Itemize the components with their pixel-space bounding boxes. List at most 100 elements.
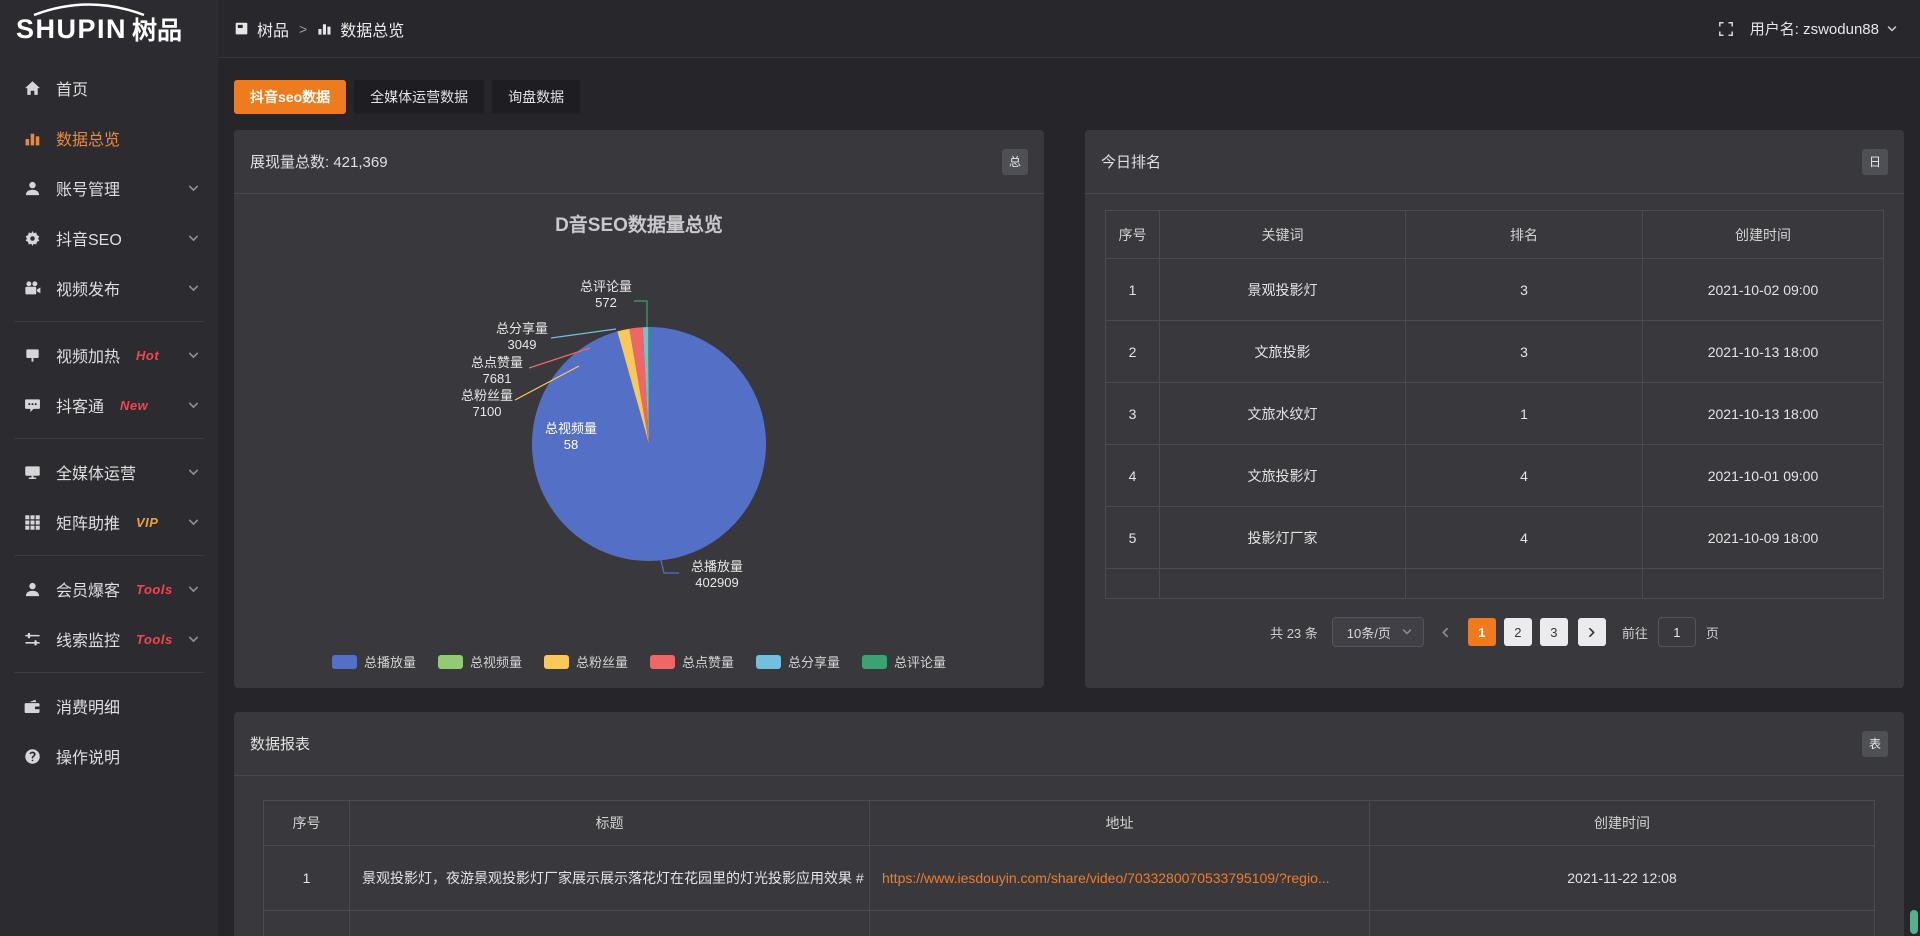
report-panel-header: 数据报表 表 (234, 712, 1904, 776)
goto-label: 前往 (1622, 623, 1648, 642)
total-view-button[interactable]: 总 (1002, 149, 1028, 175)
page-button-2[interactable]: 2 (1504, 618, 1532, 646)
report-video-title: 景观投影灯，夜游景观投影灯厂家展示展示落花灯在花园里的灯光投影应用效果 # (350, 846, 870, 911)
sidebar: SHUPIN 树品 首页数据总览账号管理抖音SEO视频发布视频加热Hot抖客通N… (0, 0, 218, 936)
day-view-button[interactable]: 日 (1862, 149, 1888, 175)
column-header: 序号 (264, 801, 350, 846)
bar-chart-icon (317, 21, 332, 36)
wallet-icon (24, 698, 41, 715)
sidebar-item-heat-board[interactable]: 视频加热Hot (0, 331, 218, 379)
fullscreen-icon[interactable] (1718, 21, 1734, 37)
sidebar-item-question[interactable]: 操作说明 (0, 732, 218, 780)
sidebar-divider (14, 321, 204, 322)
sidebar-item-badge: Hot (136, 348, 159, 363)
column-header: 排名 (1406, 211, 1643, 259)
sidebar-item-home[interactable]: 首页 (0, 64, 218, 112)
sidebar-item-bar-chart[interactable]: 数据总览 (0, 114, 218, 162)
comment-icon (24, 397, 41, 414)
report-table-header-row: 序号标题地址创建时间 (264, 801, 1875, 846)
main-content: 抖音seo数据全媒体运营数据询盘数据 展现量总数: 421,369 总 D音SE… (218, 58, 1920, 936)
legend-item-2[interactable]: 总粉丝量 (544, 652, 628, 671)
ranking-table: 序号关键词排名创建时间 1景观投影灯32021-10-02 09:002文旅投影… (1105, 210, 1884, 599)
sidebar-item-user[interactable]: 会员爆客 Tools (0, 565, 218, 613)
sidebar-item-grid[interactable]: 矩阵助推VIP (0, 498, 218, 546)
sidebar-item-user[interactable]: 账号管理 (0, 164, 218, 212)
ranking-table-header-row: 序号关键词排名创建时间 (1106, 211, 1884, 259)
legend-item-1[interactable]: 总视频量 (438, 652, 522, 671)
impressions-total-text: 展现量总数: 421,369 (250, 151, 388, 172)
pagination: 共 23 条 10条/页 123 前往 页 (1105, 617, 1884, 647)
chevron-down-icon (187, 583, 200, 596)
legend-item-5[interactable]: 总评论量 (862, 652, 946, 671)
pie-callout-label: 总粉丝量 (461, 388, 513, 404)
table-row[interactable]: 4文旅投影灯42021-10-01 09:00 (1106, 445, 1884, 507)
sidebar-item-comment[interactable]: 抖客通New (0, 381, 218, 429)
legend-label: 总播放量 (364, 652, 416, 671)
table-row[interactable]: 1景观投影灯32021-10-02 09:00 (1106, 259, 1884, 321)
sidebar-divider (14, 438, 204, 439)
table-cell: 2021-10-09 18:00 (1643, 507, 1884, 569)
report-time: 2021-11-22 12:08 (1370, 846, 1875, 911)
username-text: 用户名: zswodun88 (1750, 18, 1879, 39)
column-header: 标题 (350, 801, 870, 846)
sliders-icon (24, 631, 41, 648)
pie-callout-3: 总点赞量7681 (471, 355, 523, 387)
sidebar-item-monitor[interactable]: 全媒体运营 (0, 448, 218, 496)
sidebar-item-badge: Tools (136, 582, 173, 597)
chevron-down-icon (187, 232, 200, 245)
sidebar-item-label: 数据总览 (56, 126, 120, 150)
table-row[interactable]: 2文旅投影32021-10-13 18:00 (1106, 321, 1884, 383)
pie-callout-value: 58 (545, 437, 597, 453)
scrollbar-thumb[interactable] (1910, 910, 1918, 934)
table-view-button[interactable]: 表 (1862, 731, 1888, 757)
legend-item-3[interactable]: 总点赞量 (650, 652, 734, 671)
table-cell: 文旅投影灯 (1160, 445, 1406, 507)
table-cell: 2021-10-13 18:00 (1643, 383, 1884, 445)
table-row[interactable]: 5投影灯厂家42021-10-09 18:00 (1106, 507, 1884, 569)
table-cell: 文旅投影 (1160, 321, 1406, 383)
legend-label: 总评论量 (894, 652, 946, 671)
goto-page-input[interactable] (1658, 617, 1696, 647)
table-cell: 景观投影灯 (1160, 259, 1406, 321)
chart-legend: 总播放量 总视频量 总粉丝量 总点赞量 总分享量 总评论量 (234, 652, 1044, 671)
user-menu[interactable]: 用户名: zswodun88 (1750, 18, 1898, 39)
pie-callout-value: 7681 (471, 371, 523, 387)
legend-swatch (862, 655, 887, 669)
page-size-select[interactable]: 10条/页 (1332, 617, 1424, 647)
data-report-panel: 数据报表 表 序号标题地址创建时间 1景观投影灯，夜游景观投影灯厂家展示展示落花… (234, 712, 1904, 936)
sidebar-item-video-camera[interactable]: 视频发布 (0, 264, 218, 312)
report-url-link[interactable]: https://www.iesdouyin.com/share/video/70… (882, 870, 1330, 886)
column-header: 关键词 (1160, 211, 1406, 259)
page-button-3[interactable]: 3 (1540, 618, 1568, 646)
tab-inquiry-data[interactable]: 询盘数据 (492, 80, 580, 114)
user-icon (24, 581, 41, 598)
sidebar-item-label: 会员爆客 (56, 577, 120, 601)
breadcrumb-app[interactable]: 树品 (257, 17, 289, 41)
sidebar-menu: 首页数据总览账号管理抖音SEO视频发布视频加热Hot抖客通New 全媒体运营矩阵助… (0, 58, 218, 780)
sidebar-item-gear[interactable]: 抖音SEO (0, 214, 218, 262)
sidebar-divider (14, 555, 204, 556)
table-row[interactable]: 3文旅水纹灯12021-10-13 18:00 (1106, 383, 1884, 445)
breadcrumb-page[interactable]: 数据总览 (340, 17, 404, 41)
chevron-down-icon (187, 399, 200, 412)
sidebar-item-wallet[interactable]: 消费明细 (0, 682, 218, 730)
pie-chart-svg (234, 194, 1044, 687)
table-row-partial (264, 911, 1875, 936)
breadcrumb: 树品 > 数据总览 (234, 17, 404, 41)
tab-media-operation-data[interactable]: 全媒体运营数据 (354, 80, 484, 114)
goto-suffix: 页 (1706, 623, 1719, 642)
legend-item-0[interactable]: 总播放量 (332, 652, 416, 671)
pie-chart: D音SEO数据量总览 总播放量402909总视频量58总粉丝量7100总点赞量7… (234, 194, 1044, 687)
report-table: 序号标题地址创建时间 1景观投影灯，夜游景观投影灯厂家展示展示落花灯在花园里的灯… (263, 800, 1875, 936)
table-cell: 3 (1406, 259, 1643, 321)
legend-item-4[interactable]: 总分享量 (756, 652, 840, 671)
tab-douyin-seo-data[interactable]: 抖音seo数据 (234, 80, 346, 114)
next-page-button[interactable] (1578, 618, 1606, 646)
impressions-chart-panel: 展现量总数: 421,369 总 D音SEO数据量总览 总播放量402909总视… (234, 130, 1044, 688)
table-cell: 文旅水纹灯 (1160, 383, 1406, 445)
page-button-1[interactable]: 1 (1468, 618, 1496, 646)
prev-page-button[interactable] (1434, 618, 1458, 646)
legend-swatch (756, 655, 781, 669)
table-row[interactable]: 1景观投影灯，夜游景观投影灯厂家展示展示落花灯在花园里的灯光投影应用效果 #ht… (264, 846, 1875, 911)
sidebar-item-sliders[interactable]: 线索监控Tools (0, 615, 218, 663)
